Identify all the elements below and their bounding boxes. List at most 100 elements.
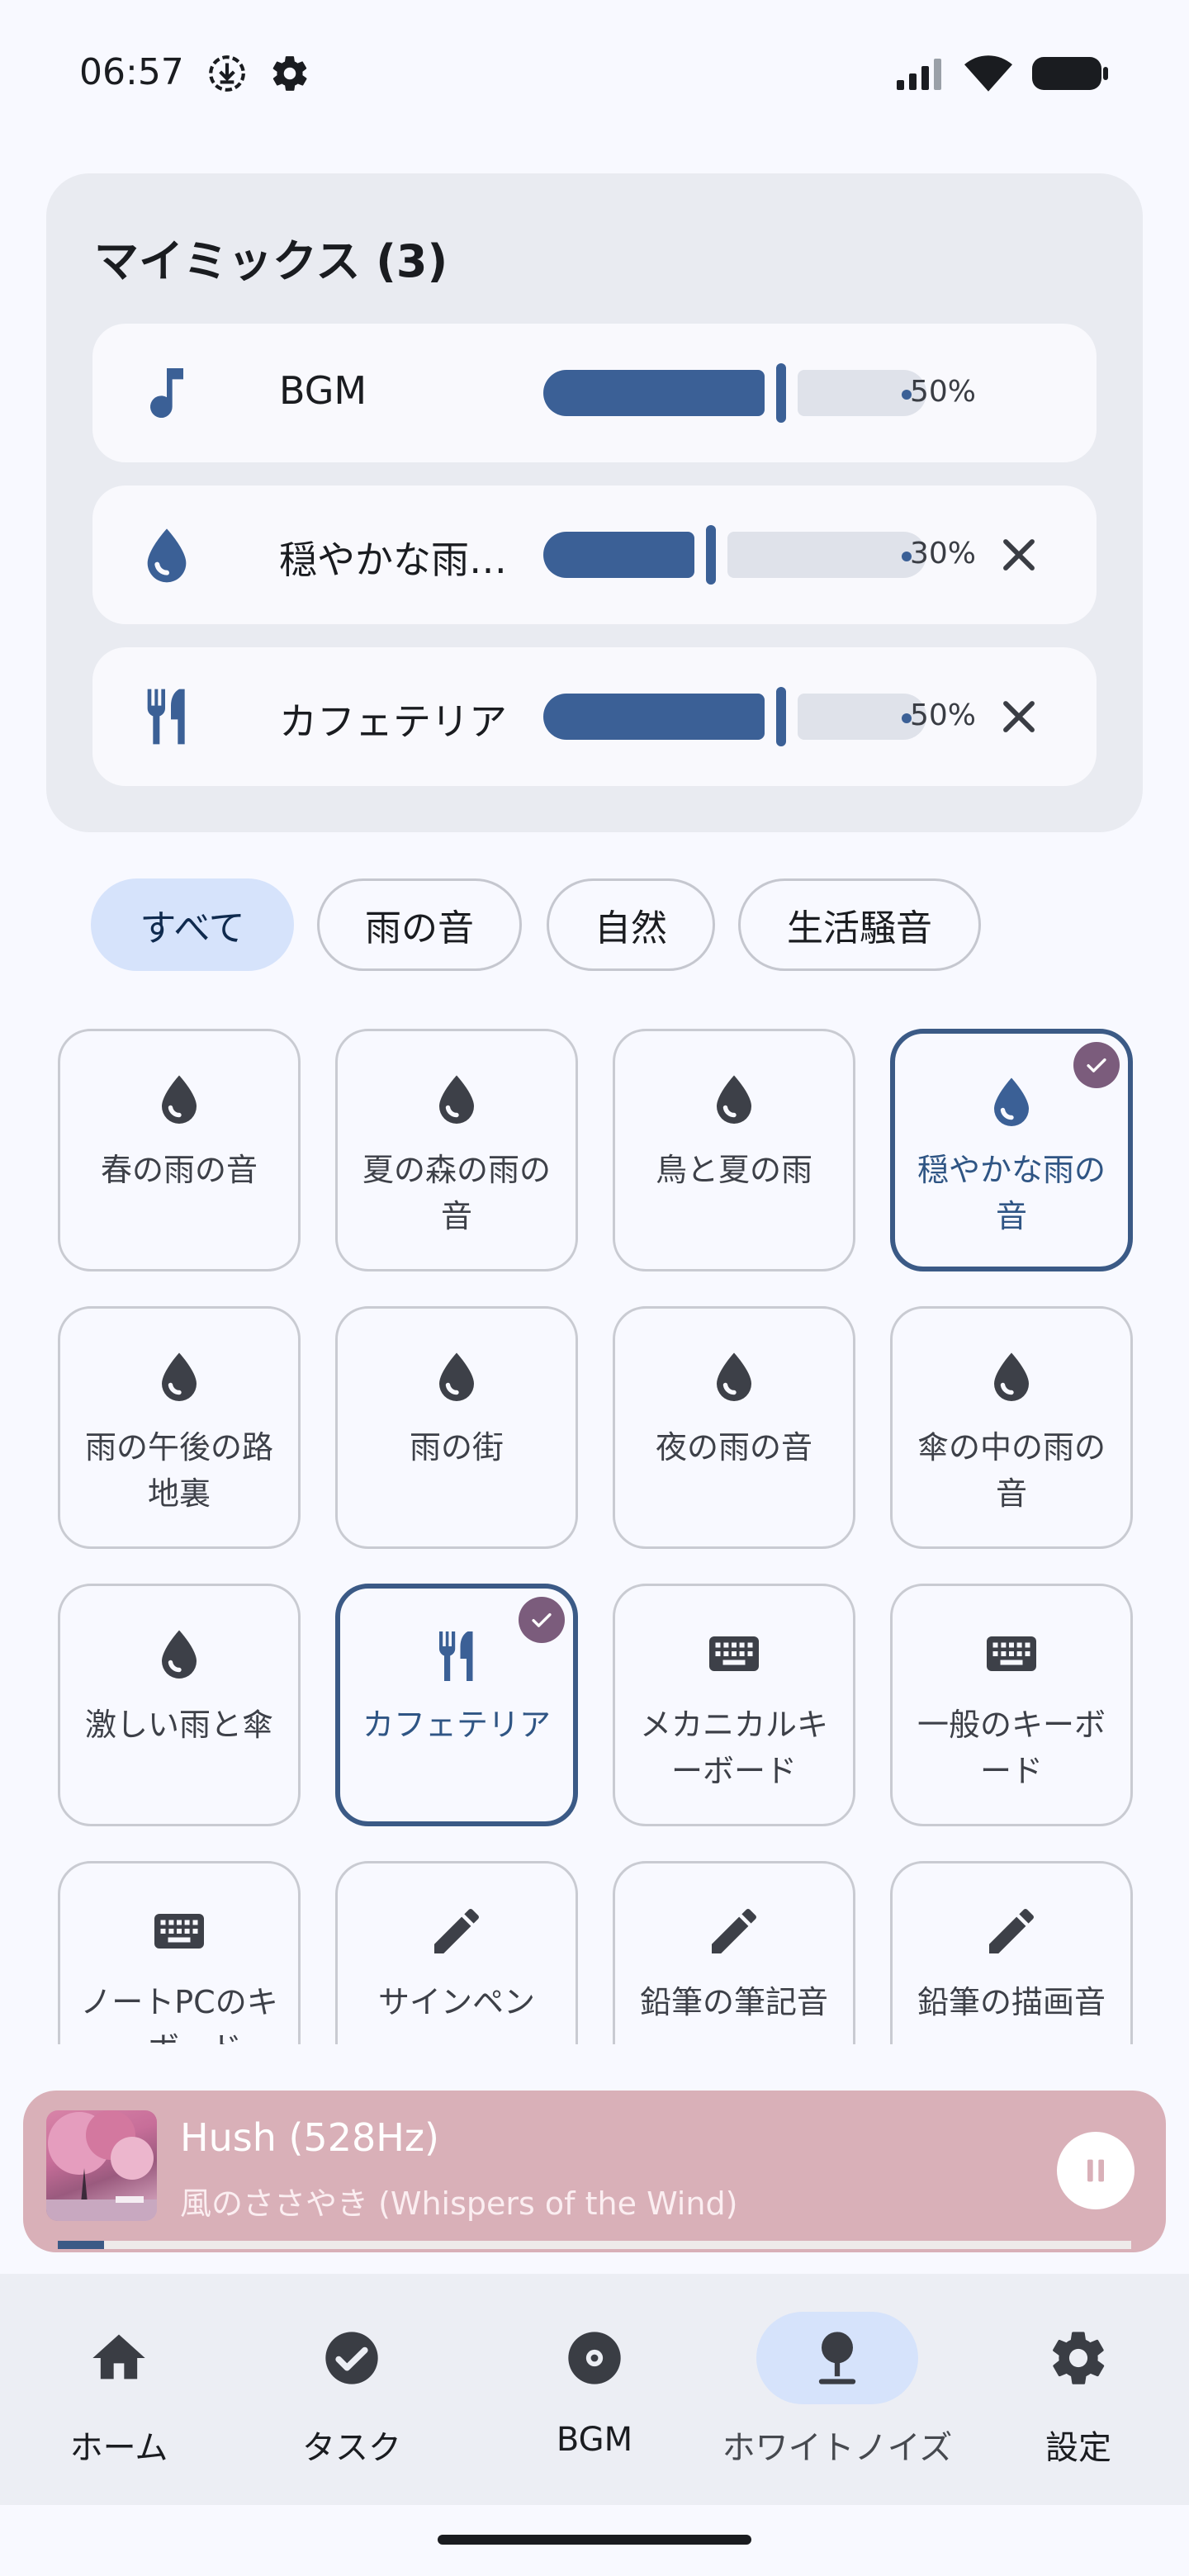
volume-slider[interactable] — [543, 363, 926, 423]
sound-tile[interactable]: 春の雨の音 — [58, 1029, 301, 1271]
water-drop-icon — [149, 1624, 209, 1683]
music-note-icon — [150, 368, 183, 419]
slider-track — [727, 532, 926, 578]
sound-tile-label: 鉛筆の描画音 — [917, 1984, 1106, 2020]
my-mix-title-text: マイミックス — [94, 235, 361, 287]
white-noise-icon — [818, 2332, 856, 2384]
volume-slider[interactable] — [543, 687, 926, 746]
nav-home[interactable]: ホーム — [0, 2274, 238, 2505]
sound-tile-label: 夜の雨の音 — [655, 1429, 812, 1466]
slider-thumb[interactable] — [706, 525, 716, 585]
slider-thumb[interactable] — [776, 363, 786, 423]
progress-fill — [58, 2241, 104, 2249]
download-icon — [209, 55, 245, 92]
slider-fill — [543, 370, 765, 416]
battery-icon — [1032, 57, 1108, 90]
mix-row-label: カフェテリア — [279, 699, 507, 744]
sound-tile-label: サインペン — [377, 1984, 535, 2020]
sound-tile[interactable]: ノートPCのキーボード — [58, 1861, 301, 2044]
restaurant-icon — [427, 1627, 486, 1686]
sound-tile[interactable]: 鉛筆の描画音 — [890, 1861, 1133, 2044]
sound-tile-label: 穏やかな雨の音 — [917, 1152, 1106, 1234]
sound-tile-label: 傘の中の雨の音 — [917, 1429, 1106, 1512]
keyboard-icon — [704, 1624, 764, 1683]
volume-percent: 50% — [910, 698, 977, 732]
restaurant-icon — [147, 689, 185, 745]
water-drop-icon — [704, 1347, 764, 1406]
sound-tile-label: ノートPCのキーボード — [80, 1984, 278, 2044]
selected-check-icon — [519, 1597, 565, 1643]
volume-slider[interactable] — [543, 525, 926, 585]
sound-tile[interactable]: 雨の午後の路地裏 — [58, 1306, 301, 1549]
volume-percent: 30% — [910, 537, 977, 571]
sound-tile[interactable]: 傘の中の雨の音 — [890, 1306, 1133, 1549]
now-playing-bar[interactable]: Hush (528Hz) 風のささやき (Whispers of the Win… — [23, 2091, 1166, 2252]
keyboard-icon — [982, 1624, 1041, 1683]
nav-label: BGM — [556, 2421, 633, 2459]
sound-tile[interactable]: 夜の雨の音 — [613, 1306, 855, 1549]
pencil-icon — [704, 1901, 764, 1961]
track-subtitle: 風のささやき (Whispers of the Wind) — [180, 2185, 738, 2222]
sound-tile[interactable]: 夏の森の雨の音 — [335, 1029, 578, 1271]
settings-gear-icon — [1053, 2332, 1105, 2384]
sound-tile-label: 鉛筆の筆記音 — [639, 1984, 828, 2020]
disc-icon — [568, 2332, 621, 2384]
chip-nature[interactable]: 自然 — [547, 878, 715, 971]
check-circle-icon — [325, 2332, 378, 2384]
my-mix-card: マイミックス (3) BGM 50% 穏やかな雨… 30% カフェテリア 50% — [46, 173, 1143, 832]
sound-tile-label: 春の雨の音 — [100, 1152, 258, 1188]
sound-tile[interactable]: カフェテリア — [335, 1584, 578, 1826]
sound-tile-label: 夏の森の雨の音 — [362, 1152, 551, 1234]
bottom-nav: ホーム タスク BGM ホワイトノイズ 設定 — [0, 2274, 1189, 2505]
nav-tasks[interactable]: タスク — [233, 2274, 471, 2505]
nav-label: ホーム — [69, 2429, 168, 2467]
chip-rain[interactable]: 雨の音 — [317, 878, 522, 971]
sound-tile-label: カフェテリア — [362, 1707, 551, 1743]
playback-progress[interactable] — [58, 2241, 1131, 2249]
album-art — [46, 2110, 157, 2221]
remove-close-icon[interactable] — [992, 528, 1045, 581]
nav-white-noise[interactable]: ホワイトノイズ — [718, 2274, 956, 2505]
water-drop-icon — [704, 1069, 764, 1129]
nav-label: タスク — [302, 2429, 401, 2467]
wifi-icon — [964, 55, 1012, 92]
nav-bgm[interactable]: BGM — [476, 2274, 713, 2505]
sound-tile-label: 鳥と夏の雨 — [655, 1152, 812, 1188]
nav-settings[interactable]: 設定 — [959, 2274, 1189, 2505]
status-right — [895, 54, 1110, 92]
sound-tile[interactable]: 雨の街 — [335, 1306, 578, 1549]
sound-tile[interactable]: 一般のキーボード — [890, 1584, 1133, 1826]
home-indicator[interactable] — [438, 2535, 751, 2545]
chip-all[interactable]: すべて — [91, 878, 294, 971]
sound-tile[interactable]: 激しい雨と傘 — [58, 1584, 301, 1826]
slider-fill — [543, 694, 765, 740]
mix-row-label: 穏やかな雨… — [279, 537, 507, 582]
pause-button[interactable] — [1057, 2132, 1135, 2209]
water-drop-icon — [149, 1069, 209, 1129]
mix-row-cafeteria: カフェテリア 50% — [92, 647, 1097, 786]
pencil-icon — [982, 1901, 1041, 1961]
sound-tile[interactable]: メカニカルキーボード — [613, 1584, 855, 1826]
mix-row-gentle-rain: 穏やかな雨… 30% — [92, 485, 1097, 624]
sound-tile-label: 雨の午後の路地裏 — [84, 1429, 273, 1512]
water-drop-icon — [149, 1347, 209, 1406]
status-bar: 06:57 — [0, 0, 1189, 149]
selected-check-icon — [1073, 1042, 1120, 1088]
sound-tile[interactable]: 鳥と夏の雨 — [613, 1029, 855, 1271]
my-mix-count: (3) — [376, 235, 448, 287]
status-time: 06:57 — [79, 51, 184, 93]
nav-label: 設定 — [1045, 2429, 1111, 2467]
sound-tile-label: 一般のキーボード — [917, 1707, 1106, 1789]
sound-tile-label: 雨の街 — [409, 1429, 504, 1466]
water-drop-icon — [427, 1347, 486, 1406]
slider-thumb[interactable] — [776, 687, 786, 746]
album-art-image — [46, 2110, 157, 2221]
sound-tile[interactable]: 穏やかな雨の音 — [890, 1029, 1133, 1271]
sound-tile[interactable]: 鉛筆の筆記音 — [613, 1861, 855, 2044]
chip-daily-noise[interactable]: 生活騒音 — [738, 878, 981, 971]
nav-label: ホワイトノイズ — [722, 2429, 953, 2467]
volume-percent: 50% — [910, 375, 977, 409]
remove-close-icon[interactable] — [992, 690, 1045, 743]
signal-icon — [897, 59, 941, 90]
sound-tile[interactable]: サインペン — [335, 1861, 578, 2044]
